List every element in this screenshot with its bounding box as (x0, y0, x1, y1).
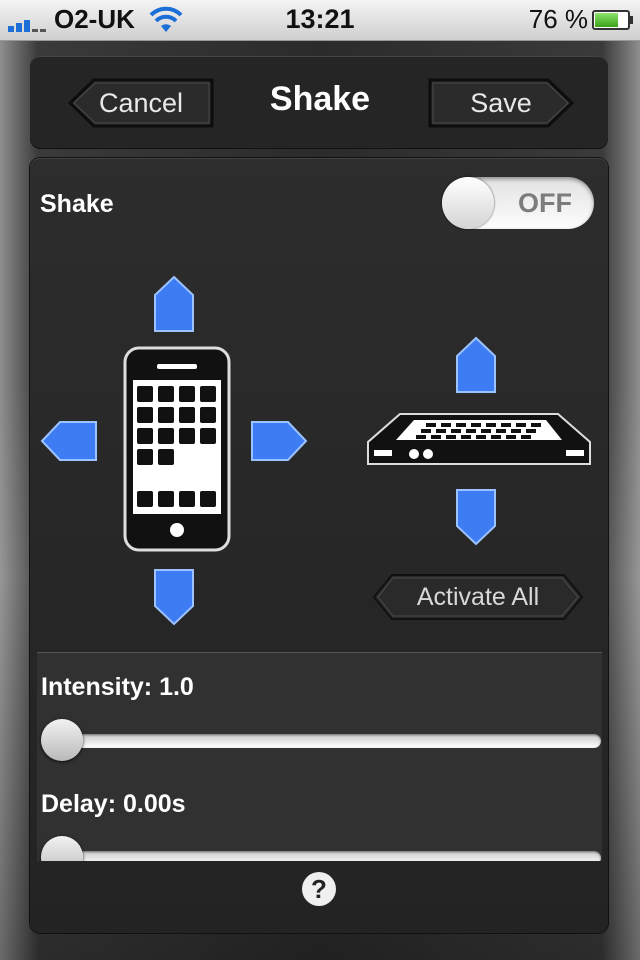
activate-all-button[interactable]: Activate All (372, 573, 584, 621)
arrow-backward-icon[interactable] (455, 488, 497, 546)
arrow-forward-icon[interactable] (455, 336, 497, 394)
shake-settings-panel: Shake OFF Activate All Intensity: 1.0 De… (30, 158, 608, 933)
save-button-label: Save (470, 87, 532, 118)
save-button[interactable]: Save (428, 78, 574, 128)
navigation-bar: Cancel Shake Save (30, 56, 608, 148)
status-bar: O2-UK 13:21 76 % (0, 0, 640, 41)
slider-knob[interactable] (41, 836, 83, 861)
phone-flat-icon (367, 413, 591, 465)
slider-track (41, 851, 601, 861)
arrow-up-icon[interactable] (153, 275, 195, 333)
shake-label: Shake (40, 190, 114, 218)
page-title: Shake (269, 80, 371, 118)
battery-icon (592, 10, 633, 30)
slider-knob[interactable] (41, 719, 83, 761)
arrow-right-icon[interactable] (250, 420, 308, 462)
intensity-slider[interactable] (41, 719, 601, 763)
battery-percent: 76 % (528, 4, 588, 34)
help-icon[interactable]: ? (302, 872, 336, 906)
toggle-state: OFF (518, 188, 572, 218)
cancel-button-label: Cancel (98, 87, 184, 118)
shake-toggle[interactable]: OFF (442, 177, 594, 229)
slider-track (41, 734, 601, 748)
cancel-button[interactable]: Cancel (68, 78, 214, 128)
delay-slider[interactable] (41, 836, 601, 861)
arrow-down-icon[interactable] (153, 568, 195, 626)
toggle-knob (442, 177, 494, 229)
intensity-label: Intensity: 1.0 (41, 673, 194, 701)
arrow-left-icon[interactable] (40, 420, 98, 462)
delay-label: Delay: 0.00s (41, 790, 186, 818)
shake-parameters: Intensity: 1.0 Delay: 0.00s (37, 652, 602, 861)
activate-all-label: Activate All (416, 582, 540, 611)
phone-upright-icon (123, 346, 231, 552)
